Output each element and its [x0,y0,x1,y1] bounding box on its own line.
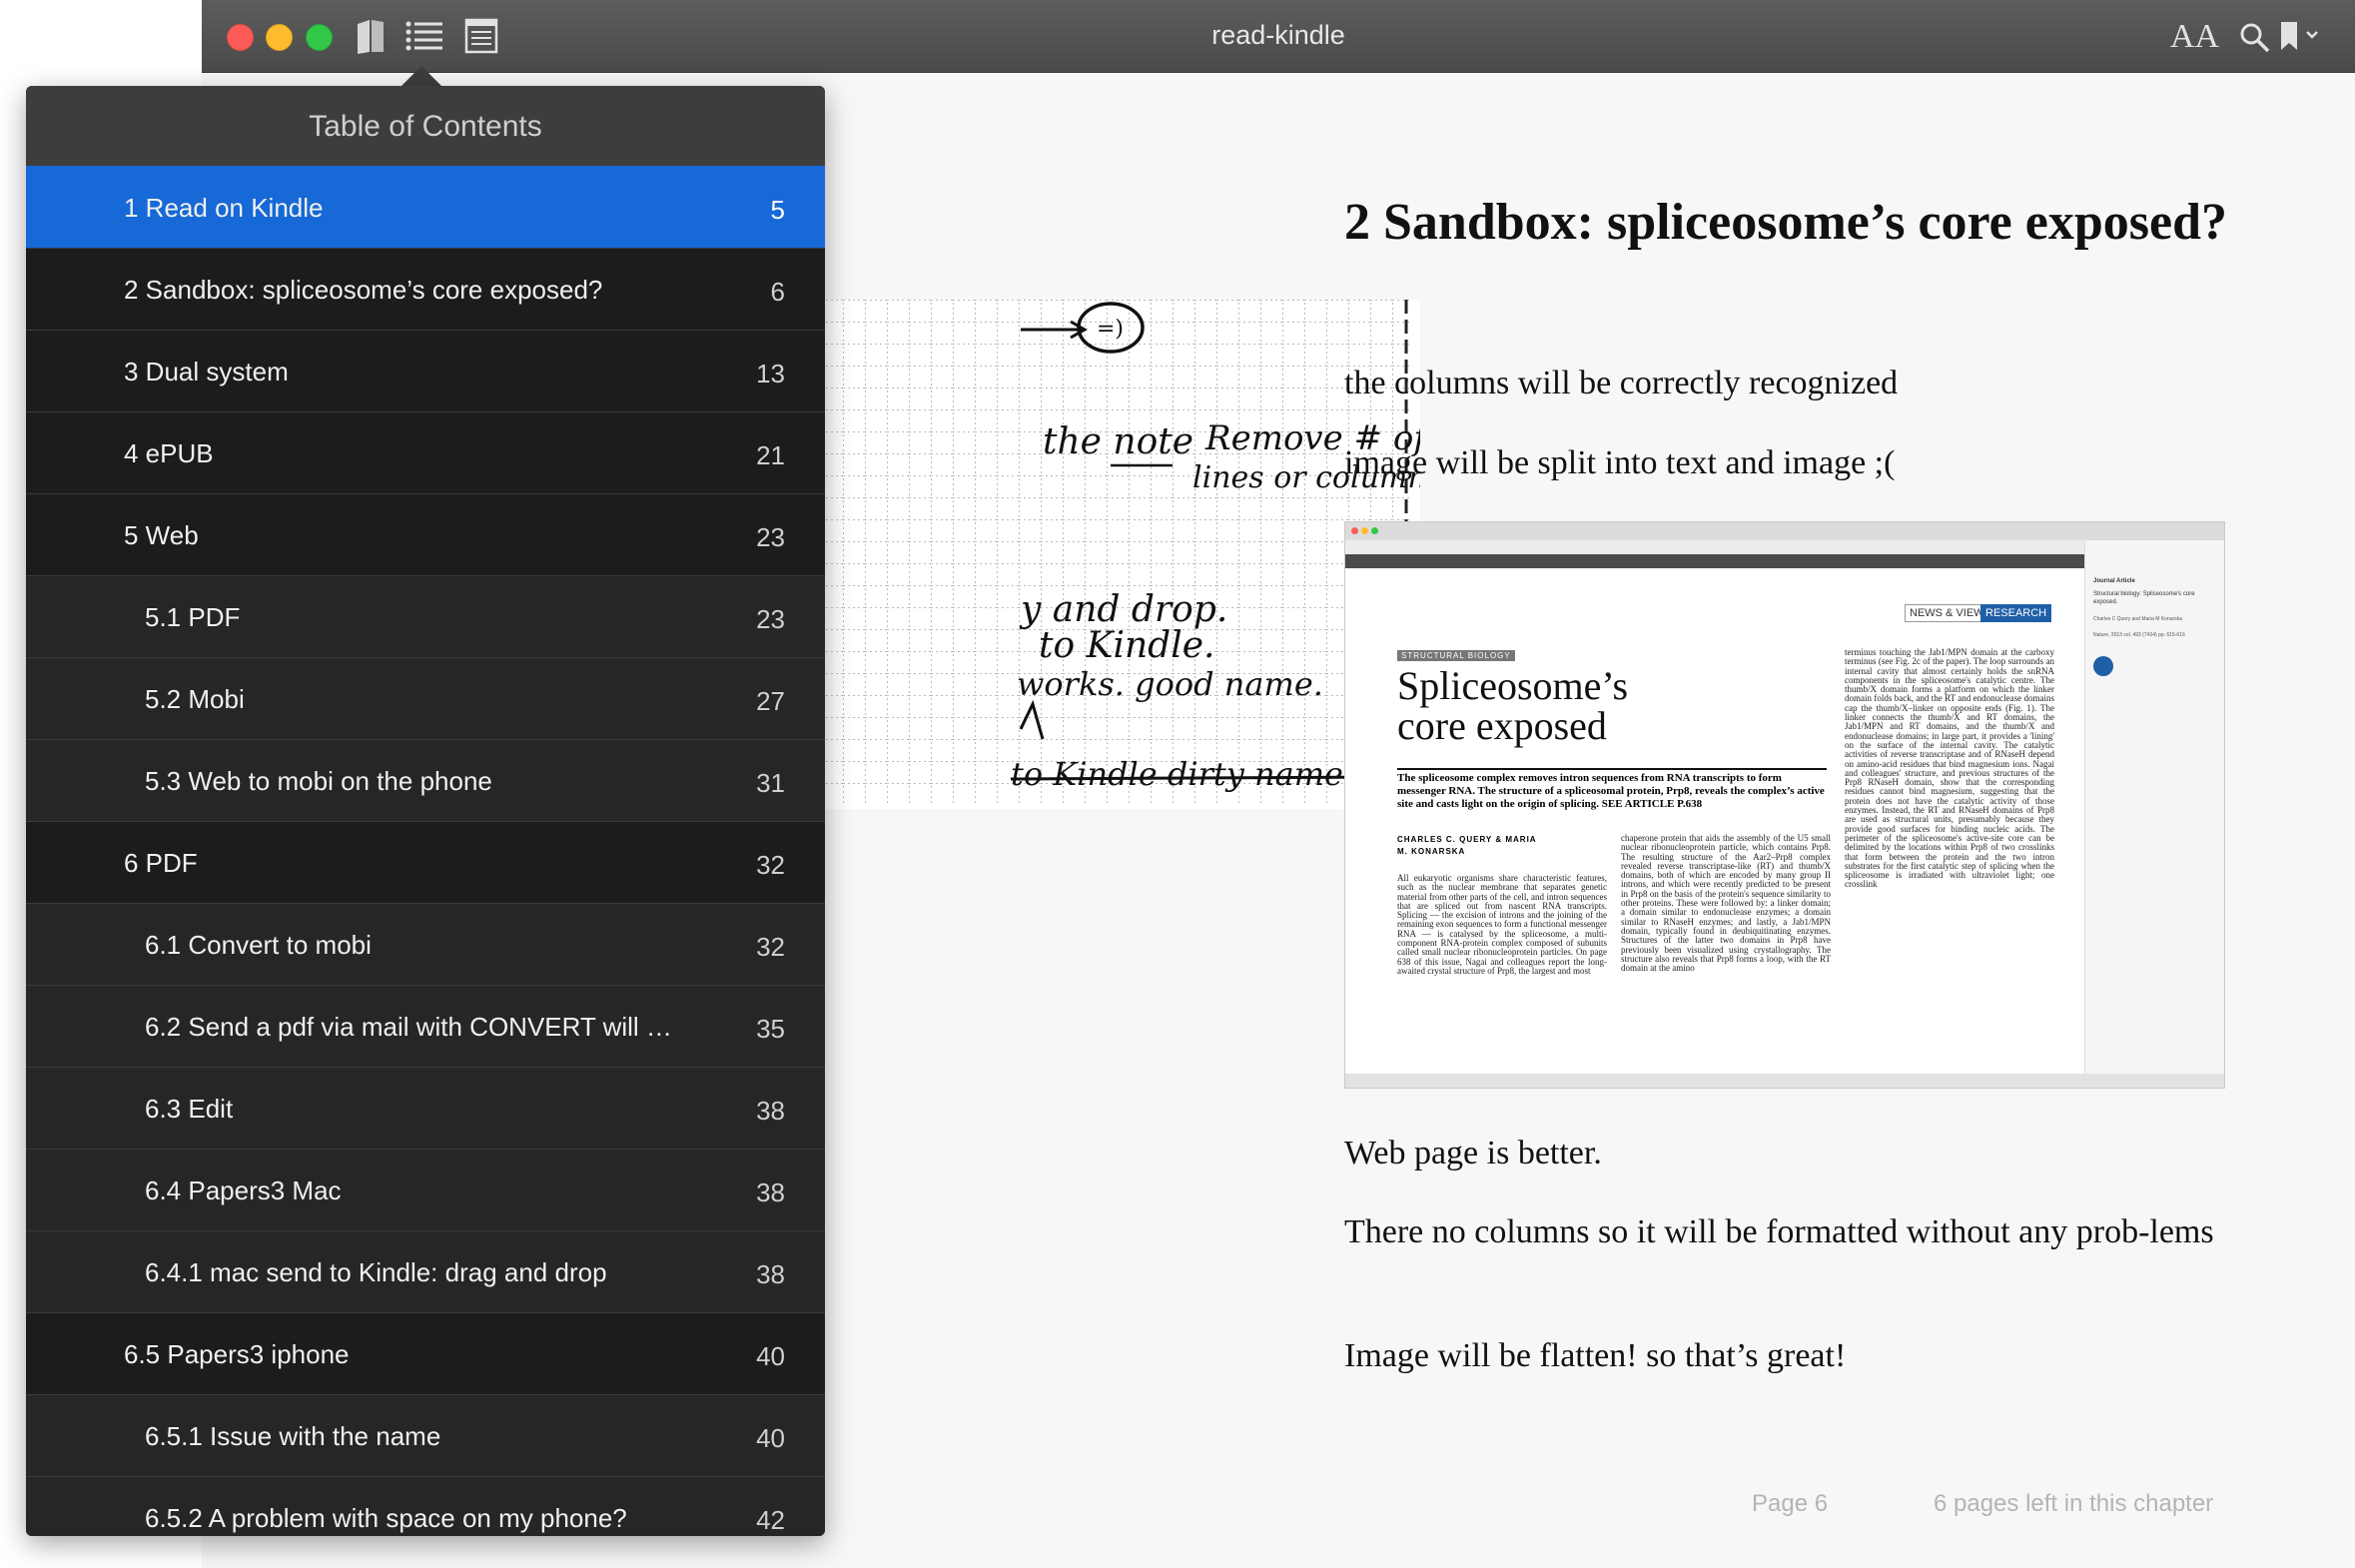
toc-item-page: 23 [756,604,785,634]
page-number: Page 6 [1752,1490,1829,1517]
toc-title: Table of Contents [26,86,825,166]
toc-item-label: 2 Sandbox: spliceosome’s core exposed? [124,275,603,305]
window-title: read-kindle [1211,20,1345,50]
embedded-avatar [2093,656,2113,676]
sketch-kindle-text: to Kindle. [1039,625,1214,666]
embedded-side-title: Structural biology: Spliceosome's core e… [2093,591,2195,605]
embedded-pdf-toolbar [1345,554,2084,568]
toc-item[interactable]: 6.5.1 Issue with the name 40 [26,1394,825,1476]
toc-item-label: 6.4 Papers3 Mac [145,1176,342,1205]
paragraph-image-flatten: Image will be flatten! so that’s great! [1344,1337,1847,1374]
toc-item-page: 5 [770,195,785,225]
toc-list: 1 Read on Kindle 5 2 Sandbox: spliceosome’… [26,166,825,1536]
toc-item-label: 6.4.1 mac send to Kindle: drag and drop [145,1257,607,1287]
embedded-toolbar [1345,522,2224,540]
paragraph-web-better: Web page is better. [1344,1135,1602,1172]
embedded-side-authors: Charles C Query and Maria M Konarska [2093,616,2182,622]
article-column-1: All eukaryotic organisms share character… [1397,874,1607,976]
toc-item-page: 40 [756,1423,785,1453]
toc-item-label: 5.1 PDF [145,602,241,632]
chapter-title: 2 Sandbox: spliceosome’s core exposed? [1344,194,2227,251]
toc-item-page: 32 [756,850,785,880]
toc-item[interactable]: 3 Dual system 13 [26,330,825,411]
toc-item-page: 35 [756,1014,785,1044]
toc-item-label: 6.5 Papers3 iphone [124,1339,350,1369]
toc-item[interactable]: 6.5 Papers3 iphone 40 [26,1312,825,1394]
search-icon[interactable] [2239,22,2271,54]
toc-item-label: 5.3 Web to mobi on the phone [145,766,492,796]
toc-item-page: 32 [756,932,785,962]
toc-item[interactable]: 6.5.2 A problem with space on my phone? 4… [26,1476,825,1536]
embedded-info-sidebar: Journal Article Structural biology: Spli… [2084,540,2224,1088]
toc-item-page: 23 [756,522,785,552]
research-badge: RESEARCH [1980,604,2052,622]
toc-item-page: 21 [756,440,785,470]
toc-item-label: 5.2 Mobi [145,684,245,714]
toc-item[interactable]: 6 PDF 32 [26,821,825,903]
popover-arrow [401,66,441,86]
pages-left-in-chapter: 6 pages left in this chapter [1934,1490,2214,1517]
paragraph-no-columns: There no columns so it will be formatted… [1344,1213,2214,1250]
article-authors: CHARLES C. QUERY & MARIA M. KONARSKA [1397,835,1537,856]
toc-item[interactable]: 1 Read on Kindle 5 [26,166,825,248]
toc-item-label: 6.5.1 Issue with the name [145,1421,441,1451]
toc-item[interactable]: 2 Sandbox: spliceosome’s core exposed? 6 [26,248,825,330]
sketch-drop-text: y and drop. [1019,589,1227,630]
sketch-dirty-name-text: to Kindle dirty name! [1011,755,1356,793]
sketch-note-text: the note [1043,421,1193,462]
toc-item[interactable]: 4 ePUB 21 [26,411,825,493]
toc-item-page: 13 [756,359,785,389]
section-label: STRUCTURAL BIOLOGY [1397,650,1515,661]
toc-item-label: 1 Read on Kindle [124,193,324,223]
svg-text:=): =) [1097,317,1124,342]
toc-item-label: 4 ePUB [124,438,214,468]
toc-item[interactable]: 5.2 Mobi 27 [26,657,825,739]
toc-item-page: 38 [756,1259,785,1289]
toc-item[interactable]: 6.4.1 mac send to Kindle: drag and drop 3… [26,1230,825,1312]
toc-item-label: 6.5.2 A problem with space on my phone? [145,1503,627,1533]
toc-item-label: 6.2 Send a pdf via mail with CONVERT wil… [145,1012,672,1042]
font-size-button[interactable]: AA [2170,18,2219,56]
toc-item[interactable]: 6.3 Edit 38 [26,1067,825,1149]
toc-item-page: 31 [756,768,785,798]
embedded-article-screenshot: Journal Article Structural biology: Spli… [1344,521,2225,1089]
paragraph-columns: the columns will be correctly recognized [1344,365,1899,401]
handwritten-notes-image: =) the note Remove # of lines or columns… [821,300,1420,809]
article-standfirst: The spliceosome complex removes intron s… [1397,768,1827,811]
toc-item-label: 5 Web [124,520,199,550]
toc-item[interactable]: 6.4 Papers3 Mac 38 [26,1149,825,1230]
toc-item-page: 38 [756,1177,785,1207]
toc-item-page: 27 [756,686,785,716]
toc-item-label: 6.3 Edit [145,1094,234,1124]
article-column-3: terminus touching the Jab1/MPN domain at… [1845,648,2054,890]
table-of-contents-panel: Table of Contents 1 Read on Kindle 5 2 San… [26,86,825,1536]
embedded-side-ref: Nature, 2013 vol. 493 (7434) pp. 615-616 [2093,632,2185,638]
article-headline: Spliceosome’s core exposed [1397,663,1629,748]
toc-item-page: 38 [756,1096,785,1126]
title-bar: read-kindle AA [202,0,2355,73]
sketch-works-text: works. good name. [1017,665,1323,703]
bookmark-icon[interactable] [2277,20,2323,54]
toc-item-page: 42 [756,1505,785,1535]
toc-item-label: 3 Dual system [124,357,289,387]
toc-item[interactable]: 6.2 Send a pdf via mail with CONVERT wil… [26,985,825,1067]
toc-item[interactable]: 5.3 Web to mobi on the phone 31 [26,739,825,821]
article-column-2: chaperone protein that aids the assembly… [1621,834,1831,974]
toc-item[interactable]: 5.1 PDF 23 [26,575,825,657]
toc-item[interactable]: 6.1 Convert to mobi 32 [26,903,825,985]
paragraph-image-split: image will be split into text and image … [1344,444,1896,481]
toc-item[interactable]: 5 Web 23 [26,493,825,575]
toc-item-label: 6 PDF [124,848,198,878]
toc-item-page: 40 [756,1341,785,1371]
toc-item-page: 6 [770,277,785,307]
toc-item-label: 6.1 Convert to mobi [145,930,372,960]
embedded-side-type: Journal Article [2093,578,2135,584]
embedded-status-bar [1345,1074,2224,1088]
